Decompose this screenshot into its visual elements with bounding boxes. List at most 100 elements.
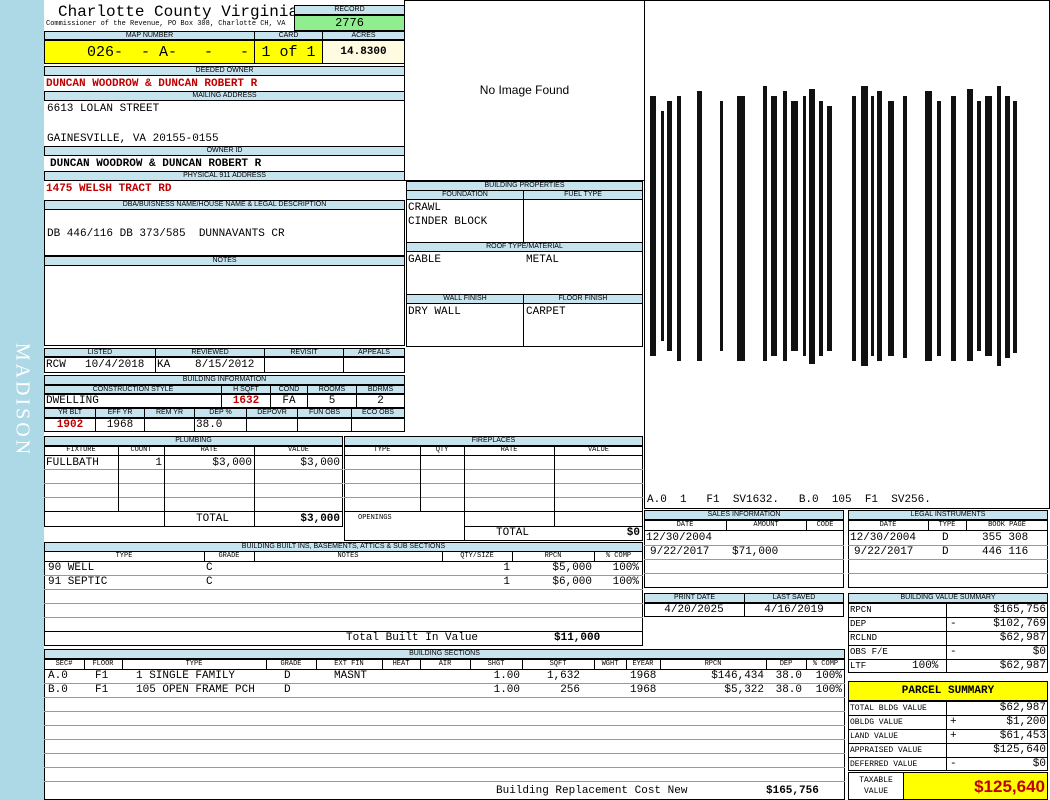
bdrms-value: 2 <box>377 395 384 407</box>
yrblt-label: YR BLT <box>44 408 96 418</box>
construction-style-label: CONSTRUCTION STYLE <box>44 385 222 394</box>
plumbing-rate: $3,000 <box>212 457 252 469</box>
plumbing-col-fixture: FIXTURE <box>66 446 96 454</box>
last-saved-label: LAST SAVED <box>744 593 844 603</box>
legal-description: DB 446/116 DB 373/585 DUNNAVANTS CR <box>47 228 285 240</box>
plumbing-title: PLUMBING <box>44 436 343 446</box>
sections-col-heat: HEAT <box>392 660 410 668</box>
fireplaces-title: FIREPLACES <box>344 436 643 446</box>
mailing-address-label: MAILING ADDRESS <box>44 91 405 101</box>
legal-instruments-title: LEGAL INSTRUMENTS <box>848 510 1048 520</box>
owner-id-label: OWNER ID <box>44 146 405 156</box>
sketch-area: A.0 1 F1 SV1632. B.0 105 F1 SV256. <box>644 0 1050 509</box>
sale-date-2: 9/22/2017 <box>650 546 710 558</box>
funobs-label: FUN OBS <box>297 408 352 418</box>
building-info-title: BUILDING INFORMATION <box>44 375 405 385</box>
fireplaces-total-label: TOTAL <box>496 527 530 539</box>
effective-year: 1968 <box>106 419 134 431</box>
replacement-cost-label: Building Replacement Cost New <box>496 785 688 797</box>
sketch-caption: A.0 1 F1 SV1632. B.0 105 F1 SV256. <box>647 494 931 506</box>
hsqft-value: 1632 <box>232 395 260 407</box>
legal-col-book: BOOK PAGE <box>988 521 1026 529</box>
card-label: CARD <box>254 31 323 40</box>
wall-finish: DRY WALL <box>408 306 461 318</box>
legal-desc-label: DBA/BUISNESS NAME/HOUSE NAME & LEGAL DES… <box>44 200 405 210</box>
deeded-owner-label: DEEDED OWNER <box>44 66 405 76</box>
roof-type: GABLE <box>408 254 442 266</box>
roof-label: ROOF TYPE/MATERIAL <box>406 242 643 252</box>
plumbing-col-value: VALUE <box>287 446 309 454</box>
foundation-line2: CINDER BLOCK <box>408 216 488 228</box>
plumbing-fixture: FULLBATH <box>46 457 99 469</box>
fireplace-col-value: VALUE <box>587 446 609 454</box>
built-ins-col-qty: QTY/SIZE <box>460 552 494 560</box>
sale-amount-2: $71,000 <box>732 546 779 558</box>
built-ins-col-comp: % COMP <box>605 552 632 560</box>
fireplace-col-rate: RATE <box>500 446 518 454</box>
legal-col-date: DATE <box>879 521 897 529</box>
wall-finish-label: WALL FINISH <box>406 294 524 304</box>
reviewed-by: KA <box>157 359 171 371</box>
record-label: RECORD <box>294 5 405 15</box>
built-ins-col-type: TYPE <box>115 552 133 560</box>
plumbing-count: 1 <box>155 457 162 469</box>
notes-box <box>44 256 405 346</box>
openings-label: OPENINGS <box>358 514 392 522</box>
ecoobs-label: ECO OBS <box>351 408 405 418</box>
card-value: 1 of 1 <box>254 40 323 64</box>
revisit-label: REVISIT <box>264 348 344 357</box>
deeded-owner: DUNCAN WOODROW & DUNCAN ROBERT R <box>46 78 258 90</box>
plumbing-col-count: COUNT <box>130 446 152 454</box>
built-ins-col-grade: GRADE <box>218 552 240 560</box>
foundation-line1: CRAWL <box>408 202 442 214</box>
built-in-total-label: Total Built In Value <box>346 632 479 644</box>
record-value: 2776 <box>294 15 405 31</box>
property-image-placeholder: No Image Found <box>404 0 645 181</box>
replacement-cost: $165,756 <box>766 785 819 797</box>
map-number-label: MAP NUMBER <box>44 31 255 40</box>
mailing-line1: 6613 LOLAN STREET <box>47 103 160 115</box>
year-built: 1902 <box>56 419 84 431</box>
print-date-label: PRINT DATE <box>644 593 745 603</box>
legal-col-type: TYPE <box>938 521 956 529</box>
fireplace-col-qty: QTY <box>435 446 449 454</box>
building-properties-box <box>406 190 643 347</box>
depovr-label: DEPOVR <box>246 408 298 418</box>
district-sidebar: MADISON <box>0 0 44 800</box>
built-ins-col-rpcn: RPCN <box>544 552 562 560</box>
sections-col-rpcn: RPCN <box>704 660 722 668</box>
appeals-label: APPEALS <box>343 348 405 357</box>
bdrms-label: BDRMS <box>356 385 405 394</box>
floor-finish: CARPET <box>526 306 566 318</box>
notes-label: NOTES <box>44 256 405 266</box>
building-sections-title: BUILDING SECTIONS <box>44 649 845 659</box>
acres-value: 14.8300 <box>322 40 405 64</box>
sections-col-dep: DEP <box>779 660 793 668</box>
last-saved-date: 4/16/2019 <box>764 604 824 616</box>
fireplaces-total: $0 <box>626 527 640 539</box>
floor-finish-label: FLOOR FINISH <box>523 294 643 304</box>
sale-date-1: 12/30/2004 <box>646 532 713 544</box>
plumbing-total-label: TOTAL <box>196 513 230 525</box>
sales-col-amount: AMOUNT <box>753 521 779 529</box>
sections-col-grade: GRADE <box>280 660 302 668</box>
sections-col-shgt: SHGT <box>487 660 505 668</box>
sections-col-floor: FLOOR <box>92 660 114 668</box>
roof-material: METAL <box>526 254 560 266</box>
sections-col-type: TYPE <box>185 660 203 668</box>
rooms-label: ROOMS <box>307 385 357 394</box>
sections-col-wght: WGHT <box>601 660 619 668</box>
owner-id: DUNCAN WOODROW & DUNCAN ROBERT R <box>50 158 262 170</box>
sales-info-title: SALES INFORMATION <box>644 510 844 520</box>
mailing-line2: GAINESVILLE, VA 20155-0155 <box>47 133 219 145</box>
cond-value: FA <box>282 395 296 407</box>
sections-col-comp: % COMP <box>812 660 839 668</box>
map-number-value: 026- - A- - - 39 <box>44 40 276 64</box>
print-date: 4/20/2025 <box>664 604 724 616</box>
listed-label: LISTED <box>44 348 156 357</box>
district-label: MADISON <box>11 342 34 458</box>
sales-col-code: CODE <box>816 521 834 529</box>
taxable-value: $125,640 <box>903 772 1048 800</box>
sections-col-extfin: EXT FIN <box>334 660 364 668</box>
construction-style: DWELLING <box>46 395 99 407</box>
